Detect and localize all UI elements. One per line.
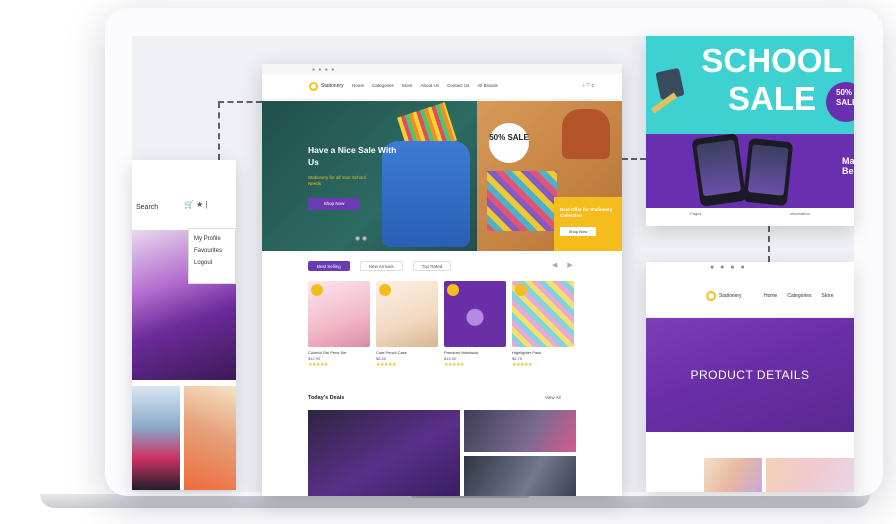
color-pencils-image <box>487 171 557 231</box>
product-card[interactable]: Colorful Gel Pens Set $12.99 ★★★★★ <box>308 281 370 377</box>
logo-icon[interactable] <box>309 82 318 91</box>
shop-now-button[interactable]: Shop Now <box>308 198 360 210</box>
app-promo-text: Ma Be <box>842 156 854 176</box>
product-image <box>184 386 236 490</box>
logo-text[interactable]: Stationery <box>719 293 742 299</box>
banner-line-school: SCHOOL <box>701 42 843 79</box>
nav-link-categories[interactable]: Categories <box>372 83 394 88</box>
product-card[interactable]: Premium Notebook $15.00 ★★★★★ <box>444 281 506 377</box>
product-image <box>308 281 370 347</box>
backpack-image <box>562 109 610 159</box>
profile-dropdown[interactable]: My Profile Favourites Logout <box>188 228 236 284</box>
caption-information: Information <box>789 211 810 216</box>
connector-line <box>218 102 220 160</box>
nav-link-brands[interactable]: All Brands <box>477 83 498 88</box>
tab-new-arrivals[interactable]: New Arrivals <box>359 261 403 271</box>
rating-stars: ★★★★★ <box>308 362 328 368</box>
deal-image[interactable] <box>464 456 576 496</box>
nav-link-categories[interactable]: Categories <box>787 293 811 299</box>
connector-line <box>622 158 646 160</box>
nav-link-about[interactable]: About Us <box>421 83 440 88</box>
nav-icons[interactable]: ⌕ ♡ ⚲ <box>582 83 594 89</box>
product-name: Highlighter Pack <box>512 350 542 355</box>
tab-top-rated[interactable]: Top Rated <box>412 261 452 271</box>
nav-link-contact[interactable]: Contact Us <box>447 83 469 88</box>
phone-mockup <box>691 133 747 207</box>
dropdown-item-profile[interactable]: My Profile <box>194 233 230 245</box>
nav-link-home[interactable]: Home <box>764 293 777 299</box>
pd-nav-links: Home Categories Store <box>764 293 833 299</box>
deal-image[interactable] <box>308 410 460 496</box>
phone-mockup <box>742 137 794 207</box>
discount-badge <box>515 284 527 296</box>
rating-stars: ★★★★★ <box>444 362 464 368</box>
carousel-arrows-icon[interactable]: ◀ ▶ <box>552 261 577 269</box>
site-navbar: Stationery Home Categories Store About U… <box>262 74 622 100</box>
discount-badge <box>311 284 323 296</box>
rating-stars: ★★★★★ <box>376 362 396 368</box>
product-price: $15.00 <box>444 356 457 361</box>
search-label[interactable]: Search <box>136 204 158 211</box>
caption-pages: Pages <box>690 211 702 216</box>
product-price: $8.50 <box>376 356 387 361</box>
product-tabs: Best Selling New Arrivals Top Rated <box>308 261 452 271</box>
promo-text: Best Offer for Stationery Collection <box>560 207 613 218</box>
dropdown-item-logout[interactable]: Logout <box>194 257 230 269</box>
product-image <box>132 386 180 490</box>
product-list: Colorful Gel Pens Set $12.99 ★★★★★ Cute … <box>308 281 574 377</box>
cart-icon[interactable]: 🛒 ★ | <box>184 200 208 209</box>
phone-screen <box>696 139 742 197</box>
deals-heading: Today's Deals <box>308 395 345 401</box>
nav-link-store[interactable]: Store <box>402 83 413 88</box>
showcase-stage: Search 🛒 ★ | My Profile Favourites Logou… <box>0 0 896 524</box>
product-name: Premium Notebook <box>444 350 479 355</box>
school-sale-card: SCHOOL SALE 50% SALE Ma Be Pages Informa… <box>646 36 854 226</box>
promo-button[interactable]: Shop Now <box>560 227 596 236</box>
pd-navbar <box>646 282 854 318</box>
left-preview-card: Search 🛒 ★ | My Profile Favourites Logou… <box>132 160 236 490</box>
view-all-link[interactable]: View All <box>545 395 561 400</box>
page-title: PRODUCT DETAILS <box>690 368 810 382</box>
hero-banner: Have a Nice Sale With Us Stationery for … <box>262 101 622 251</box>
product-image <box>376 281 438 347</box>
tab-best-selling[interactable]: Best Selling <box>308 261 350 271</box>
deal-image[interactable] <box>464 410 576 452</box>
product-name: Cute Pencil Case <box>376 350 407 355</box>
product-card[interactable]: Cute Pencil Case $8.50 ★★★★★ <box>376 281 438 377</box>
nav-link-home[interactable]: Home <box>352 83 364 88</box>
product-details-card: ● ● ● ● Stationery Home Categories Store… <box>646 262 854 492</box>
homepage-preview: ● ● ● ● Stationery Home Categories Store… <box>262 64 622 496</box>
carousel-dots-icon[interactable]: ◉ ◉ <box>355 235 367 242</box>
percent-sub: SALE <box>836 98 854 107</box>
discount-badge <box>447 284 459 296</box>
connector-line <box>218 101 262 103</box>
product-name: Colorful Gel Pens Set <box>308 350 347 355</box>
card-captions: Pages Information <box>646 211 854 216</box>
product-price: $6.75 <box>512 356 523 361</box>
nav-link-store[interactable]: Store <box>822 293 834 299</box>
connector-line <box>768 226 770 262</box>
hero-title: Have a Nice Sale With Us <box>308 145 397 167</box>
sale-badge: 50% SALE <box>489 123 529 163</box>
window-dots-icon: ● ● ● ● <box>710 264 747 271</box>
logo-text[interactable]: Stationery <box>321 83 344 89</box>
hero-subtitle: Stationery for all Your School Needs <box>308 175 366 186</box>
rating-stars: ★★★★★ <box>512 362 532 368</box>
nav-links: Home Categories Store About Us Contact U… <box>352 83 498 88</box>
discount-badge <box>379 284 391 296</box>
percent-value: 50% <box>836 88 853 97</box>
product-thumbnail[interactable] <box>704 458 762 492</box>
browser-bar: ● ● ● ● <box>262 64 622 74</box>
phone-screen <box>747 144 789 196</box>
promo-panel <box>554 197 622 251</box>
product-price: $12.99 <box>308 356 321 361</box>
product-image <box>512 281 574 347</box>
product-image <box>444 281 506 347</box>
product-thumbnail[interactable] <box>766 458 854 492</box>
logo-icon[interactable] <box>706 291 716 301</box>
dropdown-item-favourites[interactable]: Favourites <box>194 245 230 257</box>
product-card[interactable]: Highlighter Pack $6.75 ★★★★★ <box>512 281 574 377</box>
window-dots-icon: ● ● ● ● <box>312 67 336 73</box>
